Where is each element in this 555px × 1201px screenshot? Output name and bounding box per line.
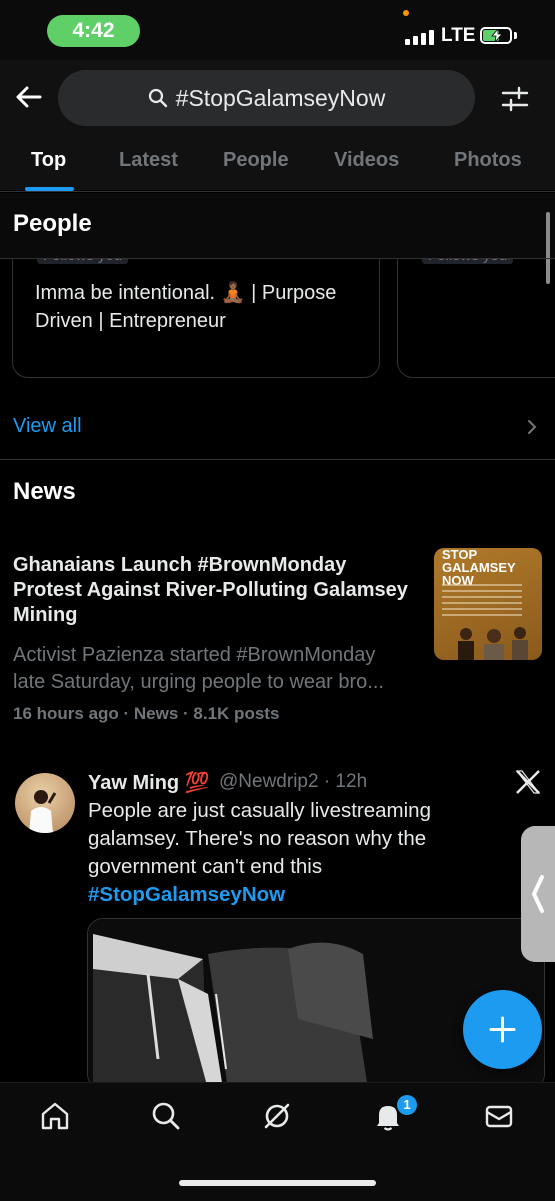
news-meta: 16 hours ago · News · 8.1K posts — [13, 704, 280, 723]
messages-icon[interactable] — [483, 1100, 515, 1132]
tweet-author-name[interactable]: Yaw Ming 💯 — [88, 770, 210, 795]
status-time: 4:42 — [47, 15, 140, 47]
tab-photos[interactable]: Photos — [454, 149, 522, 172]
grok-icon[interactable] — [261, 1100, 293, 1132]
user-bio: Imma be intentional. 🧘🏾 | Purpose Driven… — [35, 282, 337, 332]
people-section-title: People — [13, 210, 92, 237]
plus-icon — [489, 1016, 516, 1043]
home-icon[interactable] — [39, 1100, 71, 1132]
author-name-text: Yaw Ming — [88, 772, 180, 794]
thumbnail-text: STOP GALAMSEY NOW — [442, 548, 516, 588]
tab-videos[interactable]: Videos — [334, 149, 399, 172]
back-arrow-icon[interactable] — [14, 82, 44, 112]
news-section-title: News — [13, 478, 76, 505]
battery-tip — [514, 32, 517, 39]
signal-icon — [405, 30, 434, 45]
header-divider — [0, 191, 555, 192]
section-divider — [0, 459, 555, 460]
hundred-emoji: 💯 — [184, 772, 210, 794]
tweet-author-handle[interactable]: @Newdrip2 · 12h — [219, 771, 367, 793]
tab-people[interactable]: People — [223, 149, 289, 172]
compose-button[interactable] — [463, 990, 542, 1069]
tweet-time: · 12h — [323, 771, 368, 792]
search-tabs: Top Latest People Videos Photos — [0, 140, 555, 190]
news-snippet: Activist Pazienza started #BrownMonday l… — [13, 644, 384, 693]
tweet-body-text: People are just casually livestreaming g… — [88, 799, 431, 878]
chevron-left-icon — [532, 875, 544, 913]
people-card[interactable]: Follows you — [397, 240, 555, 378]
home-indicator[interactable] — [179, 1180, 376, 1186]
avatar[interactable] — [15, 773, 75, 833]
people-header-divider — [0, 258, 555, 259]
people-card[interactable]: Follows you Imma be intentional. 🧘🏾 | Pu… — [12, 240, 380, 378]
network-label: LTE — [441, 25, 476, 46]
thumbnail-people-image — [458, 627, 528, 660]
search-icon — [148, 88, 167, 108]
search-icon[interactable] — [150, 1100, 182, 1132]
news-thumbnail[interactable]: STOP GALAMSEY NOW — [434, 548, 542, 660]
privacy-indicator — [403, 10, 409, 16]
search-query: #StopGalamseyNow — [175, 84, 386, 111]
notification-badge: 1 — [397, 1095, 417, 1115]
scrollbar[interactable] — [546, 212, 550, 284]
tab-latest[interactable]: Latest — [119, 149, 178, 172]
view-all-link[interactable]: View all — [13, 415, 82, 438]
tweet-text: People are just casually livestreaming g… — [88, 797, 468, 909]
news-headline[interactable]: Ghanaians Launch #BrownMonday Protest Ag… — [13, 553, 408, 628]
x-logo-icon — [515, 770, 541, 794]
battery-icon — [480, 27, 512, 44]
tab-top[interactable]: Top — [31, 149, 66, 172]
search-input[interactable]: #StopGalamseyNow — [58, 70, 475, 126]
filter-settings-icon[interactable] — [500, 84, 530, 114]
side-panel-handle[interactable] — [521, 826, 555, 962]
handle-text: @Newdrip2 — [219, 771, 319, 792]
thumbnail-text-lines — [442, 584, 522, 620]
tweet-hashtag[interactable]: #StopGalamseyNow — [88, 883, 285, 906]
chevron-right-icon — [528, 420, 537, 434]
